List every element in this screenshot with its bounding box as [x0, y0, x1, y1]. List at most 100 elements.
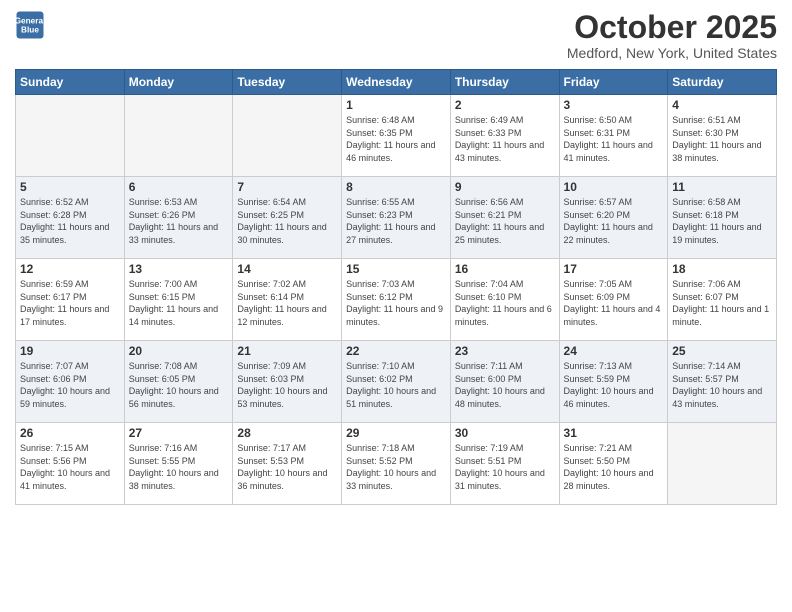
header-monday: Monday: [124, 70, 233, 95]
calendar-week-5: 26Sunrise: 7:15 AM Sunset: 5:56 PM Dayli…: [16, 423, 777, 505]
day-number: 22: [346, 344, 446, 358]
calendar-cell: 5 Sunrise: 6:52 AM Sunset: 6:28 PM Daylig…: [16, 177, 125, 259]
calendar-cell: 10 Sunrise: 6:57 AM Sunset: 6:20 PM Dayli…: [559, 177, 668, 259]
calendar-cell: 30 Sunrise: 7:19 AM Sunset: 5:51 PM Dayli…: [450, 423, 559, 505]
day-number: 4: [672, 98, 772, 112]
calendar-cell: 24Sunrise: 7:13 AM Sunset: 5:59 PM Dayli…: [559, 341, 668, 423]
day-number: 10: [564, 180, 664, 194]
calendar-cell: 7 Sunrise: 6:54 AM Sunset: 6:25 PM Daylig…: [233, 177, 342, 259]
calendar-cell: 11 Sunrise: 6:58 AM Sunset: 6:18 PM Dayli…: [668, 177, 777, 259]
logo: General Blue: [15, 10, 45, 40]
day-info: Sunrise: 7:17 AM Sunset: 5:53 PM Dayligh…: [237, 442, 337, 492]
calendar-cell: 12Sunrise: 6:59 AM Sunset: 6:17 PM Dayli…: [16, 259, 125, 341]
calendar-cell: 13 Sunrise: 7:00 AM Sunset: 6:15 PM Dayli…: [124, 259, 233, 341]
day-info: Sunrise: 6:54 AM Sunset: 6:25 PM Dayligh…: [237, 196, 337, 246]
calendar-cell: 9 Sunrise: 6:56 AM Sunset: 6:21 PM Daylig…: [450, 177, 559, 259]
day-info: Sunrise: 6:55 AM Sunset: 6:23 PM Dayligh…: [346, 196, 446, 246]
calendar-cell: 3 Sunrise: 6:50 AM Sunset: 6:31 PM Daylig…: [559, 95, 668, 177]
day-number: 31: [564, 426, 664, 440]
svg-text:Blue: Blue: [21, 26, 39, 35]
day-info: Sunrise: 6:53 AM Sunset: 6:26 PM Dayligh…: [129, 196, 229, 246]
header-friday: Friday: [559, 70, 668, 95]
svg-text:General: General: [15, 17, 45, 26]
header-thursday: Thursday: [450, 70, 559, 95]
day-info: Sunrise: 7:10 AM Sunset: 6:02 PM Dayligh…: [346, 360, 446, 410]
day-info: Sunrise: 6:58 AM Sunset: 6:18 PM Dayligh…: [672, 196, 772, 246]
month-title: October 2025: [567, 10, 777, 45]
day-info: Sunrise: 6:51 AM Sunset: 6:30 PM Dayligh…: [672, 114, 772, 164]
day-info: Sunrise: 6:48 AM Sunset: 6:35 PM Dayligh…: [346, 114, 446, 164]
calendar-cell: 16 Sunrise: 7:04 AM Sunset: 6:10 PM Dayli…: [450, 259, 559, 341]
day-info: Sunrise: 7:13 AM Sunset: 5:59 PM Dayligh…: [564, 360, 664, 410]
day-info: Sunrise: 7:04 AM Sunset: 6:10 PM Dayligh…: [455, 278, 555, 328]
day-number: 16: [455, 262, 555, 276]
calendar-cell: [124, 95, 233, 177]
day-number: 27: [129, 426, 229, 440]
day-number: 20: [129, 344, 229, 358]
calendar-week-4: 19 Sunrise: 7:07 AM Sunset: 6:06 PM Dayli…: [16, 341, 777, 423]
day-number: 9: [455, 180, 555, 194]
day-number: 18: [672, 262, 772, 276]
calendar-cell: 1 Sunrise: 6:48 AM Sunset: 6:35 PM Daylig…: [342, 95, 451, 177]
calendar-week-2: 5 Sunrise: 6:52 AM Sunset: 6:28 PM Daylig…: [16, 177, 777, 259]
title-section: October 2025 Medford, New York, United S…: [567, 10, 777, 61]
location: Medford, New York, United States: [567, 45, 777, 61]
calendar-cell: [233, 95, 342, 177]
calendar-week-3: 12Sunrise: 6:59 AM Sunset: 6:17 PM Dayli…: [16, 259, 777, 341]
calendar-cell: 25 Sunrise: 7:14 AM Sunset: 5:57 PM Dayli…: [668, 341, 777, 423]
day-info: Sunrise: 7:07 AM Sunset: 6:06 PM Dayligh…: [20, 360, 120, 410]
day-info: Sunrise: 7:19 AM Sunset: 5:51 PM Dayligh…: [455, 442, 555, 492]
day-info: Sunrise: 7:03 AM Sunset: 6:12 PM Dayligh…: [346, 278, 446, 328]
day-info: Sunrise: 7:16 AM Sunset: 5:55 PM Dayligh…: [129, 442, 229, 492]
day-number: 7: [237, 180, 337, 194]
day-number: 11: [672, 180, 772, 194]
calendar-cell: 31Sunrise: 7:21 AM Sunset: 5:50 PM Dayli…: [559, 423, 668, 505]
day-info: Sunrise: 7:09 AM Sunset: 6:03 PM Dayligh…: [237, 360, 337, 410]
day-info: Sunrise: 6:52 AM Sunset: 6:28 PM Dayligh…: [20, 196, 120, 246]
day-number: 8: [346, 180, 446, 194]
calendar-cell: 2 Sunrise: 6:49 AM Sunset: 6:33 PM Daylig…: [450, 95, 559, 177]
day-info: Sunrise: 7:02 AM Sunset: 6:14 PM Dayligh…: [237, 278, 337, 328]
day-info: Sunrise: 7:14 AM Sunset: 5:57 PM Dayligh…: [672, 360, 772, 410]
day-number: 21: [237, 344, 337, 358]
day-number: 30: [455, 426, 555, 440]
day-info: Sunrise: 7:00 AM Sunset: 6:15 PM Dayligh…: [129, 278, 229, 328]
weekday-header-row: Sunday Monday Tuesday Wednesday Thursday…: [16, 70, 777, 95]
calendar-cell: 26Sunrise: 7:15 AM Sunset: 5:56 PM Dayli…: [16, 423, 125, 505]
day-number: 6: [129, 180, 229, 194]
day-number: 19: [20, 344, 120, 358]
calendar-cell: 19 Sunrise: 7:07 AM Sunset: 6:06 PM Dayli…: [16, 341, 125, 423]
day-number: 29: [346, 426, 446, 440]
day-info: Sunrise: 6:50 AM Sunset: 6:31 PM Dayligh…: [564, 114, 664, 164]
day-info: Sunrise: 7:08 AM Sunset: 6:05 PM Dayligh…: [129, 360, 229, 410]
day-number: 1: [346, 98, 446, 112]
calendar-table: Sunday Monday Tuesday Wednesday Thursday…: [15, 69, 777, 505]
day-number: 5: [20, 180, 120, 194]
day-number: 23: [455, 344, 555, 358]
day-info: Sunrise: 6:49 AM Sunset: 6:33 PM Dayligh…: [455, 114, 555, 164]
calendar-cell: 8 Sunrise: 6:55 AM Sunset: 6:23 PM Daylig…: [342, 177, 451, 259]
day-number: 17: [564, 262, 664, 276]
calendar-cell: 27 Sunrise: 7:16 AM Sunset: 5:55 PM Dayli…: [124, 423, 233, 505]
day-info: Sunrise: 7:05 AM Sunset: 6:09 PM Dayligh…: [564, 278, 664, 328]
day-info: Sunrise: 6:56 AM Sunset: 6:21 PM Dayligh…: [455, 196, 555, 246]
calendar-cell: [668, 423, 777, 505]
day-info: Sunrise: 7:11 AM Sunset: 6:00 PM Dayligh…: [455, 360, 555, 410]
calendar-cell: 21 Sunrise: 7:09 AM Sunset: 6:03 PM Dayli…: [233, 341, 342, 423]
day-number: 3: [564, 98, 664, 112]
calendar-cell: 14 Sunrise: 7:02 AM Sunset: 6:14 PM Dayli…: [233, 259, 342, 341]
header-sunday: Sunday: [16, 70, 125, 95]
day-number: 2: [455, 98, 555, 112]
calendar-cell: 22 Sunrise: 7:10 AM Sunset: 6:02 PM Dayli…: [342, 341, 451, 423]
day-number: 13: [129, 262, 229, 276]
calendar-container: General Blue October 2025 Medford, New Y…: [0, 0, 792, 612]
header: General Blue October 2025 Medford, New Y…: [15, 10, 777, 61]
calendar-cell: 17 Sunrise: 7:05 AM Sunset: 6:09 PM Dayli…: [559, 259, 668, 341]
day-number: 14: [237, 262, 337, 276]
calendar-cell: 29Sunrise: 7:18 AM Sunset: 5:52 PM Dayli…: [342, 423, 451, 505]
calendar-cell: [16, 95, 125, 177]
day-info: Sunrise: 7:06 AM Sunset: 6:07 PM Dayligh…: [672, 278, 772, 328]
day-info: Sunrise: 6:57 AM Sunset: 6:20 PM Dayligh…: [564, 196, 664, 246]
day-number: 26: [20, 426, 120, 440]
day-number: 25: [672, 344, 772, 358]
